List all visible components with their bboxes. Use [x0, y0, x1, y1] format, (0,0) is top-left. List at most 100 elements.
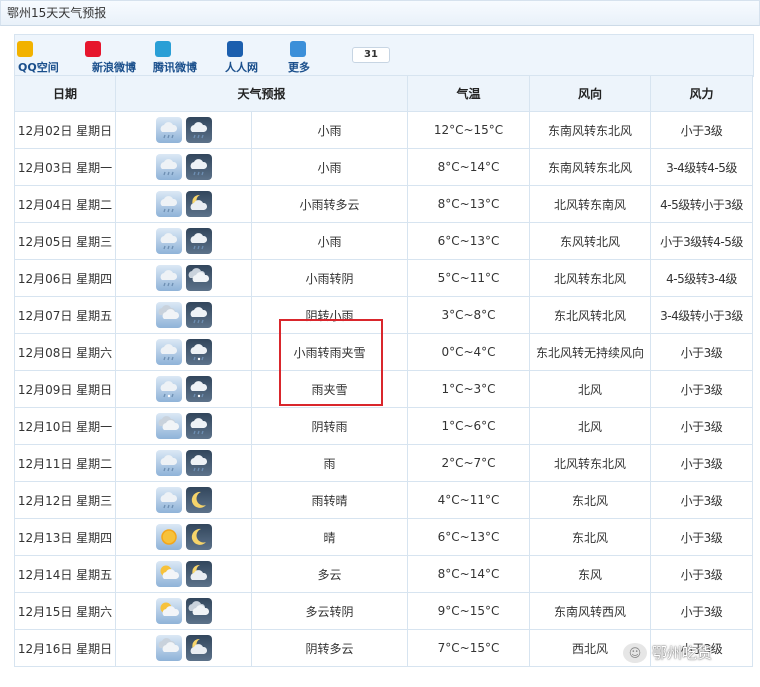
wind-force-cell: 小于3级	[650, 370, 753, 408]
forecast-row: 12月04日 星期二 小雨转多云 8°C~13°C 北风转东南风 4-5级转小于3级	[14, 185, 753, 223]
rain-icon	[155, 487, 182, 513]
wind-force-cell: 3-4级转4-5级	[650, 148, 753, 186]
partly-cloudy-icon	[155, 598, 182, 624]
weather-icons-cell	[115, 518, 252, 556]
wind-direction-cell: 北风	[529, 407, 651, 445]
weather-icons-cell	[115, 185, 252, 223]
sun-icon	[155, 524, 182, 550]
weather-icons-cell	[115, 222, 252, 260]
page-title: 鄂州15天天气预报	[7, 6, 107, 20]
forecast-row: 12月05日 星期三 小雨 6°C~13°C 东风转北风 小于3级转4-5级	[14, 222, 753, 260]
forecast-row: 12月12日 星期三 雨转晴 4°C~11°C 东北风 小于3级	[14, 481, 753, 519]
date-cell: 12月11日 星期二	[14, 444, 116, 482]
temperature-cell: 3°C~8°C	[407, 296, 530, 334]
wind-force-cell: 小于3级转4-5级	[650, 222, 753, 260]
rain-icon	[155, 117, 182, 143]
wechat-icon: ☺	[623, 642, 647, 663]
weather-icons-cell	[115, 296, 252, 334]
forecast-table: 日期 天气预报 气温 风向 风力 12月02日 星期日 小雨 12°C~15°C 东南…	[14, 75, 753, 667]
weather-text-cell: 小雨转多云	[251, 185, 408, 223]
overcast-icon	[155, 635, 182, 661]
weather-text-cell: 雨转晴	[251, 481, 408, 519]
wind-force-cell: 小于3级	[650, 555, 753, 593]
table-header-row: 日期 天气预报 气温 风向 风力	[14, 75, 753, 112]
temperature-cell: 7°C~15°C	[407, 629, 530, 667]
plus-icon	[290, 41, 306, 57]
share-label: 腾讯微博	[153, 61, 197, 74]
cloudy-night-icon	[185, 561, 212, 587]
share-count-badge: 31	[352, 47, 390, 63]
date-cell: 12月09日 星期日	[14, 370, 116, 408]
wind-force-cell: 小于3级	[650, 481, 753, 519]
temperature-cell: 8°C~14°C	[407, 555, 530, 593]
wind-direction-cell: 东南风转东北风	[529, 148, 651, 186]
forecast-row: 12月10日 星期一 阴转雨 1°C~6°C 北风 小于3级	[14, 407, 753, 445]
weather-icons-cell	[115, 407, 252, 445]
rain-icon	[185, 117, 212, 143]
wind-force-cell: 3-4级转小于3级	[650, 296, 753, 334]
weather-icons-cell	[115, 592, 252, 630]
wind-force-cell: 小于3级	[650, 518, 753, 556]
rain-icon	[185, 154, 212, 180]
header-date: 日期	[14, 75, 116, 112]
rain-icon	[155, 339, 182, 365]
temperature-cell: 1°C~6°C	[407, 407, 530, 445]
rain-icon	[185, 413, 212, 439]
wind-direction-cell: 东风	[529, 555, 651, 593]
share-bar: QQ空间 新浪微博 腾讯微博 人人网 更多 31	[14, 34, 754, 77]
weather-text-cell: 阴转多云	[251, 629, 408, 667]
weather-icons-cell	[115, 148, 252, 186]
forecast-row: 12月03日 星期一 小雨 8°C~14°C 东南风转东北风 3-4级转4-5级	[14, 148, 753, 186]
overcast-icon	[185, 265, 212, 291]
share-label: 新浪微博	[92, 61, 136, 74]
weather-icons-cell	[115, 481, 252, 519]
date-cell: 12月04日 星期二	[14, 185, 116, 223]
sleet-icon	[185, 339, 212, 365]
weather-text-cell: 多云转阴	[251, 592, 408, 630]
wind-direction-cell: 东北风转北风	[529, 296, 651, 334]
forecast-row: 12月07日 星期五 阴转小雨 3°C~8°C 东北风转北风 3-4级转小于3级	[14, 296, 753, 334]
wind-direction-cell: 东北风转无持续风向	[529, 333, 651, 371]
temperature-cell: 2°C~7°C	[407, 444, 530, 482]
date-cell: 12月10日 星期一	[14, 407, 116, 445]
wind-direction-cell: 东风转北风	[529, 222, 651, 260]
watermark-text: 鄂州吃货	[652, 644, 713, 662]
wind-direction-cell: 北风转东北风	[529, 444, 651, 482]
wind-direction-cell: 东北风	[529, 518, 651, 556]
date-cell: 12月06日 星期四	[14, 259, 116, 297]
wind-force-cell: 小于3级	[650, 592, 753, 630]
rain-icon	[155, 154, 182, 180]
weather-text-cell: 雨	[251, 444, 408, 482]
weibo-icon	[85, 41, 101, 57]
temperature-cell: 9°C~15°C	[407, 592, 530, 630]
sleet-icon	[185, 376, 212, 402]
temperature-cell: 8°C~13°C	[407, 185, 530, 223]
temperature-cell: 4°C~11°C	[407, 481, 530, 519]
rain-icon	[185, 302, 212, 328]
wind-direction-cell: 北风转东南风	[529, 185, 651, 223]
weather-icons-cell	[115, 111, 252, 149]
weather-icons-cell	[115, 555, 252, 593]
wind-force-cell: 4-5级转3-4级	[650, 259, 753, 297]
moon-icon	[185, 524, 212, 550]
temperature-cell: 5°C~11°C	[407, 259, 530, 297]
qzone-icon	[17, 41, 33, 57]
weather-icons-cell	[115, 370, 252, 408]
header-temp: 气温	[407, 75, 530, 112]
temperature-cell: 6°C~13°C	[407, 222, 530, 260]
wind-force-cell: 小于3级	[650, 333, 753, 371]
temperature-cell: 0°C~4°C	[407, 333, 530, 371]
renren-icon	[227, 41, 243, 57]
temperature-cell: 8°C~14°C	[407, 148, 530, 186]
date-cell: 12月16日 星期日	[14, 629, 116, 667]
weather-text-cell: 多云	[251, 555, 408, 593]
sleet-icon	[155, 376, 182, 402]
forecast-row: 12月02日 星期日 小雨 12°C~15°C 东南风转东北风 小于3级	[14, 111, 753, 149]
title-bar: 鄂州15天天气预报	[0, 0, 760, 26]
watermark: ☺ 鄂州吃货	[623, 642, 712, 663]
wind-direction-cell: 北风	[529, 370, 651, 408]
temperature-cell: 1°C~3°C	[407, 370, 530, 408]
highlight-box	[279, 319, 383, 406]
temperature-cell: 12°C~15°C	[407, 111, 530, 149]
forecast-row: 12月06日 星期四 小雨转阴 5°C~11°C 北风转东北风 4-5级转3-4级	[14, 259, 753, 297]
